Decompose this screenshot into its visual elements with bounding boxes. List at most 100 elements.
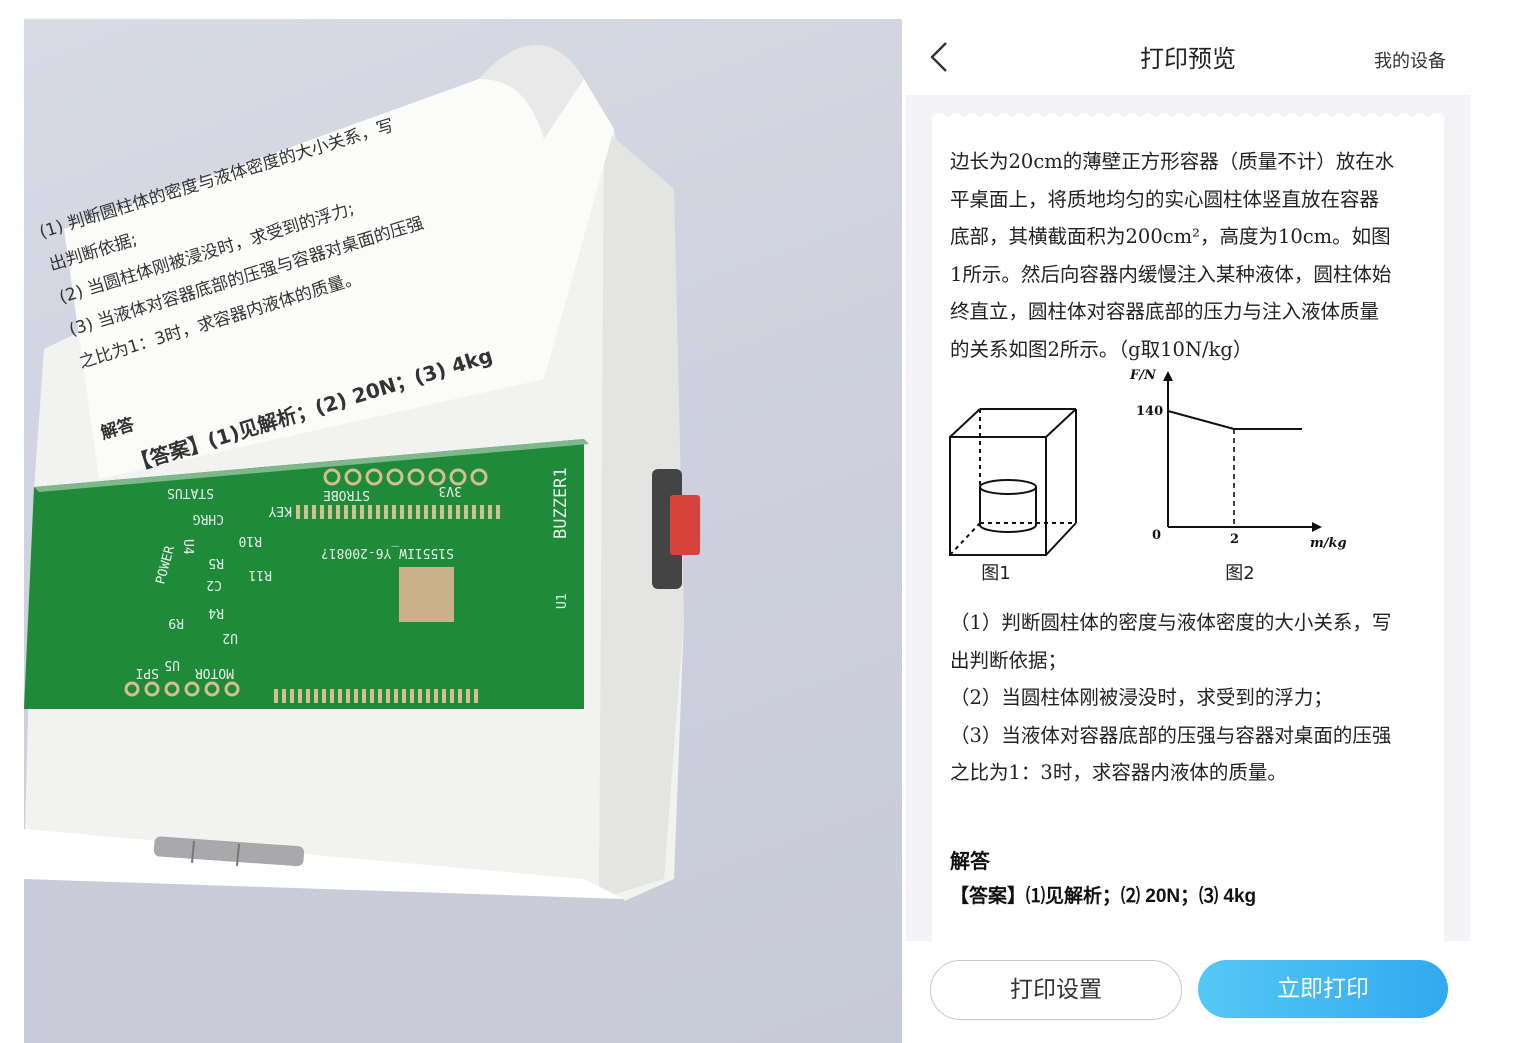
fig2-y-tick: 140 [1136, 404, 1163, 419]
pcb-pin [344, 505, 348, 519]
pcb-pin [384, 505, 388, 519]
pcb-pin [338, 689, 342, 703]
question-line: 底部，其横截面积为200cm²，高度为10cm。如图 [950, 225, 1391, 248]
sub-questions: （1）判断圆柱体的密度与液体密度的大小关系，写 出判断依据； （2）当圆柱体刚被… [950, 604, 1430, 792]
pcb-pin [282, 689, 286, 703]
pcb-pin [360, 505, 364, 519]
pcb-pin [434, 689, 438, 703]
figure2-graph [1163, 371, 1322, 532]
question-line: 1所示。然后向容器内缓慢注入某种液体，圆柱体始 [950, 262, 1392, 286]
pcb-pin [440, 505, 444, 519]
bottom-action-bar: 打印设置 立即打印 [906, 941, 1470, 1043]
pcb-silkscreen-label: R10 [239, 533, 262, 548]
pcb-pin [448, 505, 452, 519]
question-line: 终直立，圆柱体对容器底部的压力与注入液体质量 [950, 300, 1380, 323]
pcb-pin [314, 689, 318, 703]
pcb-pin [458, 689, 462, 703]
sub-question-line: （2）当圆柱体刚被浸没时，求受到的浮力； [950, 686, 1333, 709]
pcb-pin [336, 505, 340, 519]
pcb-silkscreen-label: MOTOR [195, 665, 234, 680]
sub-question-line: （1）判断圆柱体的密度与液体密度的大小关系，写 [950, 611, 1392, 634]
pcb-silkscreen-label: SPI [136, 665, 159, 680]
pcb-pin [442, 689, 446, 703]
pcb-pin [378, 689, 382, 703]
question-line: 平桌面上，将质地均匀的实心圆柱体竖直放在容器 [950, 187, 1380, 211]
pcb-pin [328, 505, 332, 519]
pcb-pin [410, 689, 414, 703]
pcb-pin [312, 505, 316, 519]
pcb-pin [362, 689, 366, 703]
pcb-pin [496, 505, 500, 519]
print-settings-button[interactable]: 打印设置 [930, 960, 1182, 1020]
answer-title: 解答 [950, 849, 990, 873]
question-line: 边长为20cm的薄壁正方形容器（质量不计）放在水 [950, 150, 1395, 173]
pcb-pin [426, 689, 430, 703]
pcb-silkscreen-label: U1 [555, 593, 570, 609]
pcb-pin [408, 505, 412, 519]
pcb-pin [370, 689, 374, 703]
pcb-pin [306, 689, 310, 703]
pcb-pin [346, 689, 350, 703]
pcb-pin [418, 689, 422, 703]
pcb-pin [474, 689, 478, 703]
pcb-pin [368, 505, 372, 519]
pcb-pin [416, 505, 420, 519]
fig2-y-axis-label: F/N [1129, 368, 1157, 383]
pcb-pin [402, 689, 406, 703]
device-photo: (1) 判断圆柱体的密度与液体密度的大小关系，写 出判断依据; (2) 当圆柱体刚被… [24, 19, 902, 1043]
pcb-pin [320, 505, 324, 519]
pcb-pin [400, 505, 404, 519]
question-line: 的关系如图2所示。（g取10N/kg） [950, 337, 1253, 361]
figure1-caption: 图1 [981, 563, 1010, 584]
pcb-pin [466, 689, 470, 703]
figure2-caption: 图2 [1225, 563, 1254, 584]
pcb-pin [298, 689, 302, 703]
fig2-x-axis-label: m/kg [1310, 536, 1347, 551]
pcb-pin [472, 505, 476, 519]
sub-question-line: 之比为1：3时，求容器内液体的质量。 [950, 761, 1287, 784]
pcb-pin [330, 689, 334, 703]
pcb-silkscreen-label: BUZZER1 [551, 467, 571, 539]
sub-question-line: 出判断依据； [950, 648, 1068, 672]
pcb-pin [488, 505, 492, 519]
pcb-pin [376, 505, 380, 519]
pcb-silkscreen-label: 3V3 [439, 483, 462, 498]
pcb-silkscreen-label: U4 [180, 539, 195, 555]
pcb-pin [424, 505, 428, 519]
sub-question-line: （3）当液体对容器底部的压强与容器对桌面的压强 [950, 723, 1392, 747]
pcb-silkscreen-label: R9 [168, 615, 184, 630]
print-preview-screen: 打印预览 我的设备 边长为20cm的薄壁正方形容器（质量不计）放在水 平桌面上，… [906, 19, 1470, 1043]
pcb-pin [274, 689, 278, 703]
figure1-cube-icon [949, 408, 1077, 556]
fig2-origin: 0 [1152, 528, 1161, 543]
pcb-silkscreen-label: C2 [206, 577, 222, 592]
pcb-pin [354, 689, 358, 703]
pcb-silkscreen-label: R11 [249, 567, 272, 582]
question-stem: 边长为20cm的薄壁正方形容器（质量不计）放在水 平桌面上，将质地均匀的实心圆柱… [950, 143, 1430, 368]
pcb-pin [392, 505, 396, 519]
pcb-pin [394, 689, 398, 703]
pcb-silkscreen-label: KEY [268, 503, 292, 518]
pcb-silkscreen-label: S1551IW_Y6-20081? [321, 545, 454, 560]
print-now-button[interactable]: 立即打印 [1198, 960, 1448, 1018]
receipt-paper-preview: 边长为20cm的薄壁正方形容器（质量不计）放在水 平桌面上，将质地均匀的实心圆柱… [932, 117, 1444, 941]
pcb-pin [432, 505, 436, 519]
pcb-pin [464, 505, 468, 519]
pcb-silkscreen-label: R4 [208, 605, 224, 620]
top-navigation-bar: 打印预览 我的设备 [906, 19, 1470, 95]
pcb-silkscreen-label: STROBE [323, 487, 370, 502]
pcb-pin [456, 505, 460, 519]
my-devices-link[interactable]: 我的设备 [1374, 47, 1446, 73]
pcb-pin [480, 505, 484, 519]
question-figures: 图1 F/N 140 0 2 m/kg 图2 [949, 368, 1347, 584]
pcb-silkscreen-label: STATUS [167, 485, 214, 500]
pcb-pin [386, 689, 390, 703]
pcb-pin [450, 689, 454, 703]
pcb-silkscreen-label: R5 [208, 555, 224, 570]
answer-text: 【答案】⑴见解析；⑵ 20N；⑶ 4kg [950, 886, 1257, 907]
pcb-pin [352, 505, 356, 519]
pcb-pin [290, 689, 294, 703]
pcb-pin [304, 505, 308, 519]
pcb-pin [322, 689, 326, 703]
pcb-silkscreen-label: U2 [222, 630, 238, 645]
